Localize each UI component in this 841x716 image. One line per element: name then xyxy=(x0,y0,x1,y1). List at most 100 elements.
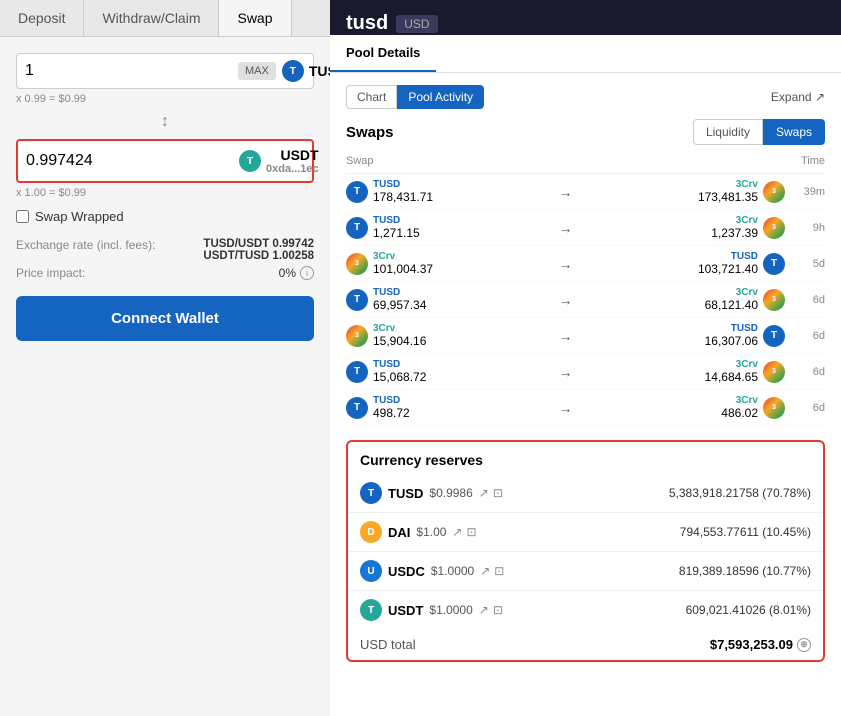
to-input-row: 0.997424 T USDT 0xda...1ec xyxy=(16,139,314,183)
tusd-icon: T xyxy=(763,325,785,347)
reserve-price: $1.0000 xyxy=(429,603,472,617)
swap-direction-icon[interactable]: ↕ xyxy=(16,113,314,131)
3crv-icon: 3 xyxy=(763,397,785,419)
arrow-icon: → xyxy=(554,400,578,416)
swaps-title: Swaps xyxy=(346,124,394,141)
to-token-name: 3Crv xyxy=(736,395,758,406)
external-link-icon[interactable]: ↗ xyxy=(479,486,489,500)
price-impact-number: 0% xyxy=(279,266,296,280)
table-row: T TUSD 498.72 → 3Crv 486.02 3 6d xyxy=(346,390,825,426)
from-token-name: TUSD xyxy=(373,395,410,406)
chart-button[interactable]: Chart xyxy=(346,85,397,109)
swap-to: TUSD 103,721.40 T xyxy=(578,251,786,276)
reserves-container: T TUSD $0.9986 ↗ ⊡ 5,383,918.21758 (70.7… xyxy=(348,474,823,629)
tusd-icon: T xyxy=(346,397,368,419)
reserve-token-name: USDC xyxy=(388,564,425,579)
swap-from: T TUSD 498.72 xyxy=(346,395,554,420)
swap-to: 3Crv 1,237.39 3 xyxy=(578,215,786,240)
col-header-swap: Swap xyxy=(346,155,554,167)
right-panel: tusd USD Pool Details Chart Pool Activit… xyxy=(330,0,841,716)
exchange-info: Exchange rate (incl. fees): TUSD/USDT 0.… xyxy=(16,238,314,280)
tab-swap[interactable]: Swap xyxy=(219,0,291,36)
to-amount: 103,721.40 xyxy=(698,262,758,276)
expand-button[interactable]: Expand ↗ xyxy=(771,90,825,104)
from-amount-input[interactable]: 1 xyxy=(25,62,232,80)
tusd-icon: T xyxy=(346,289,368,311)
reserve-token-name: TUSD xyxy=(388,486,423,501)
from-token-name: 3Crv xyxy=(373,251,433,262)
exchange-rate-2: USDT/TUSD 1.00258 xyxy=(203,250,314,262)
copy-icon[interactable]: ⊡ xyxy=(493,486,503,500)
swaps-button[interactable]: Swaps xyxy=(763,119,825,145)
price-impact-info-icon[interactable]: i xyxy=(300,266,314,280)
swap-to-block: TUSD 103,721.40 xyxy=(698,251,758,276)
reserve-amount: 609,021.41026 (8.01%) xyxy=(686,603,811,617)
left-panel: Deposit Withdraw/Claim Swap 1 MAX T TUSD… xyxy=(0,0,330,716)
reserve-left: T USDT $1.0000 ↗ ⊡ xyxy=(360,599,686,621)
to-token-label: USDT xyxy=(280,147,318,163)
reserve-amount: 794,553.77611 (10.45%) xyxy=(680,525,811,539)
swap-wrapped-checkbox[interactable] xyxy=(16,210,29,223)
copy-icon[interactable]: ⊡ xyxy=(494,564,504,578)
swap-time: 6d xyxy=(785,294,825,306)
swap-from: T TUSD 1,271.15 xyxy=(346,215,554,240)
to-equiv: x 1.00 = $0.99 xyxy=(16,187,314,199)
external-link-icon[interactable]: ↗ xyxy=(479,603,489,617)
connect-wallet-button[interactable]: Connect Wallet xyxy=(16,296,314,341)
external-link-icon[interactable]: ↗ xyxy=(480,564,490,578)
swap-from: 3 3Crv 15,904.16 xyxy=(346,323,554,348)
to-address: 0xda...1ec xyxy=(266,163,319,175)
reserve-price: $1.0000 xyxy=(431,564,474,578)
swap-wrapped-label: Swap Wrapped xyxy=(35,209,124,224)
swap-to: 3Crv 173,481.35 3 xyxy=(578,179,786,204)
to-token-name: 3Crv xyxy=(736,179,758,190)
to-amount: 16,307.06 xyxy=(705,334,758,348)
from-equiv: x 0.99 = $0.99 xyxy=(16,93,314,105)
arrow-icon: → xyxy=(554,220,578,236)
usd-total-info-icon[interactable]: ⊕ xyxy=(797,638,811,652)
tab-pool-details[interactable]: Pool Details xyxy=(330,35,436,72)
swap-from-block: TUSD 15,068.72 xyxy=(373,359,426,384)
pool-body: Chart Pool Activity Expand ↗ Swaps Liqui… xyxy=(330,73,841,716)
swap-to-block: 3Crv 173,481.35 xyxy=(698,179,758,204)
swap-to-block: 3Crv 1,237.39 xyxy=(711,215,758,240)
usd-total-value: $7,593,253.09 ⊕ xyxy=(710,637,811,652)
reserve-row: U USDC $1.0000 ↗ ⊡ 819,389.18596 (10.77%… xyxy=(348,552,823,591)
pool-header: tusd USD xyxy=(330,0,841,35)
liquidity-button[interactable]: Liquidity xyxy=(693,119,763,145)
external-link-icon[interactable]: ↗ xyxy=(452,525,462,539)
3crv-icon: 3 xyxy=(763,361,785,383)
exchange-rate-values: TUSD/USDT 0.99742 USDT/TUSD 1.00258 xyxy=(203,238,314,262)
price-impact-value: 0% i xyxy=(279,266,314,280)
swap-from: 3 3Crv 101,004.37 xyxy=(346,251,554,276)
swaps-header: Swaps Liquidity Swaps xyxy=(346,119,825,145)
reserve-actions: ↗ ⊡ xyxy=(479,603,503,617)
max-button[interactable]: MAX xyxy=(238,62,276,80)
to-amount-input[interactable]: 0.997424 xyxy=(26,152,233,170)
tab-withdraw-claim[interactable]: Withdraw/Claim xyxy=(84,0,219,36)
table-row: 3 3Crv 15,904.16 → TUSD 16,307.06 T 6d xyxy=(346,318,825,354)
reserve-token-name: DAI xyxy=(388,525,410,540)
usd-total-amount: $7,593,253.09 xyxy=(710,637,793,652)
arrow-icon: → xyxy=(554,328,578,344)
table-row: T TUSD 178,431.71 → 3Crv 173,481.35 3 39… xyxy=(346,174,825,210)
swap-time: 6d xyxy=(785,402,825,414)
exchange-rate-1: TUSD/USDT 0.99742 xyxy=(203,238,314,250)
price-impact-row: Price impact: 0% i xyxy=(16,266,314,280)
copy-icon[interactable]: ⊡ xyxy=(493,603,503,617)
reserve-price: $1.00 xyxy=(416,525,446,539)
table-row: T TUSD 69,957.34 → 3Crv 68,121.40 3 6d xyxy=(346,282,825,318)
from-token-name: TUSD xyxy=(373,179,433,190)
pool-activity-button[interactable]: Pool Activity xyxy=(397,85,484,109)
swap-rows-container: T TUSD 178,431.71 → 3Crv 173,481.35 3 39… xyxy=(346,174,825,426)
reserve-actions: ↗ ⊡ xyxy=(479,486,503,500)
tab-deposit[interactable]: Deposit xyxy=(0,0,84,36)
swap-time: 39m xyxy=(785,186,825,198)
swap-to: 3Crv 14,684.65 3 xyxy=(578,359,786,384)
swap-time: 9h xyxy=(785,222,825,234)
swap-to: 3Crv 68,121.40 3 xyxy=(578,287,786,312)
from-token-name: TUSD xyxy=(373,215,420,226)
chart-activity-row: Chart Pool Activity Expand ↗ xyxy=(346,85,825,109)
copy-icon[interactable]: ⊡ xyxy=(466,525,476,539)
reserve-row: T TUSD $0.9986 ↗ ⊡ 5,383,918.21758 (70.7… xyxy=(348,474,823,513)
